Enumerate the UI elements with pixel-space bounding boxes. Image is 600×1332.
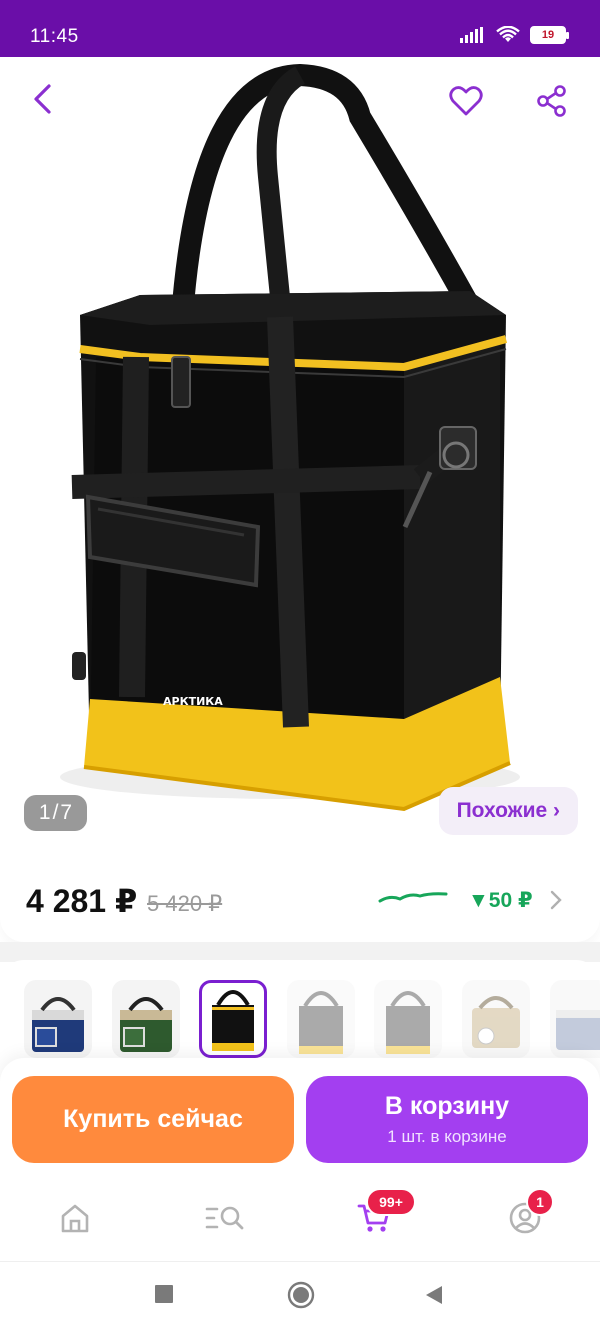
- counter-separator: /: [52, 801, 59, 824]
- favorite-button[interactable]: [446, 81, 486, 121]
- thumbnail[interactable]: [374, 980, 442, 1058]
- profile-badge: 1: [526, 1188, 554, 1216]
- stop-icon: [155, 1285, 173, 1303]
- signal-icon: [460, 27, 483, 43]
- bottom-nav: 99+ 1: [0, 1176, 600, 1262]
- similar-label: Похожие ›: [456, 799, 560, 822]
- recent-apps-button[interactable]: [154, 1284, 174, 1304]
- price-row[interactable]: 4 281 ₽ 5 420 ₽ ▼50 ₽: [0, 847, 600, 942]
- back-icon: [34, 84, 51, 114]
- add-to-cart-label: В корзину: [384, 1092, 510, 1120]
- status-time: 11:45: [30, 26, 79, 47]
- product-gallery[interactable]: АРКТИКА 1 / 7 Похожие ›: [0, 57, 600, 847]
- image-counter: 1 / 7: [24, 795, 87, 831]
- nav-home[interactable]: [55, 1198, 95, 1238]
- price-current: 4 281 ₽: [26, 883, 138, 919]
- battery-icon: 19: [530, 26, 569, 44]
- home-circle-icon: [287, 1281, 315, 1309]
- thumbnail[interactable]: [112, 980, 180, 1058]
- thumbnail-image: [32, 997, 84, 1052]
- system-nav-bar: [0, 1262, 600, 1332]
- similar-button[interactable]: Похожие ›: [438, 787, 578, 835]
- buy-now-label: Купить сейчас: [63, 1105, 243, 1133]
- add-to-cart-button[interactable]: В корзину 1 шт. в корзине: [306, 1076, 588, 1163]
- thumbnail-image: [556, 1010, 600, 1050]
- catalog-search-icon: [205, 1206, 244, 1230]
- home-icon: [61, 1204, 89, 1233]
- thumbnail-image: [120, 997, 172, 1052]
- nav-catalog[interactable]: [203, 1198, 247, 1238]
- back-button[interactable]: [22, 77, 62, 121]
- thumbnail[interactable]: [287, 980, 355, 1058]
- share-icon: [537, 85, 566, 117]
- status-bar: 11:45 19: [0, 0, 600, 57]
- back-triangle-icon: [426, 1286, 442, 1304]
- thumbnail-image: [386, 991, 430, 1054]
- home-system-button[interactable]: [286, 1280, 316, 1310]
- thumbnail-selected[interactable]: [199, 980, 267, 1058]
- share-button[interactable]: [532, 81, 572, 121]
- heart-icon: [449, 86, 483, 116]
- thumbnail[interactable]: [550, 980, 600, 1058]
- section-divider: [0, 942, 600, 962]
- thumbnail[interactable]: [462, 980, 530, 1058]
- thumbnail-image: [299, 991, 343, 1054]
- thumbnail-image: [212, 990, 254, 1051]
- status-icons: 19: [460, 26, 569, 44]
- thumbnail-image: [472, 996, 520, 1048]
- action-panel: Купить сейчас В корзину 1 шт. в корзине: [0, 1058, 600, 1176]
- price-trend-icon: [378, 892, 448, 903]
- brand-print: АРКТИКА: [163, 695, 223, 708]
- variant-thumbnails[interactable]: [0, 960, 600, 1060]
- counter-total: 7: [60, 801, 73, 824]
- thumbnail[interactable]: [24, 980, 92, 1058]
- counter-current: 1: [38, 801, 51, 824]
- price-drop: ▼50 ₽: [468, 889, 533, 912]
- back-system-button[interactable]: [424, 1284, 444, 1306]
- buy-now-button[interactable]: Купить сейчас: [12, 1076, 294, 1163]
- in-cart-count-label: 1 шт. в корзине: [387, 1127, 507, 1146]
- chevron-right-icon: [550, 890, 562, 910]
- cart-badge: 99+: [366, 1188, 416, 1216]
- wifi-icon: [496, 26, 520, 42]
- price-old: 5 420 ₽: [147, 891, 223, 916]
- product-image[interactable]: АРКТИКА: [0, 57, 600, 847]
